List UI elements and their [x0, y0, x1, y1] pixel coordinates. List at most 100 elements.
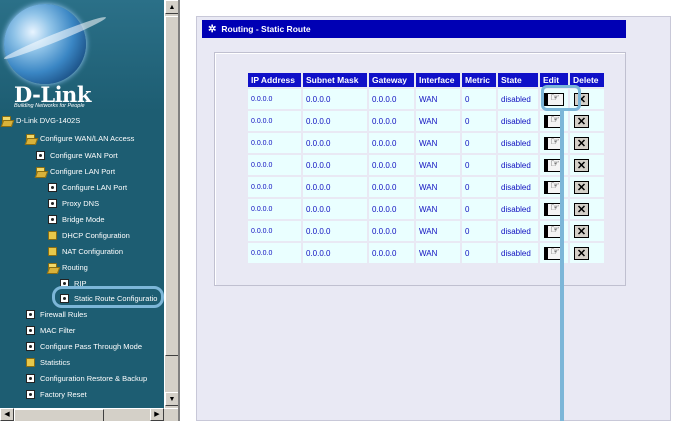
tree-item-device[interactable]: D-Link DVG-1402S [2, 114, 80, 127]
cell-state: disabled [498, 221, 538, 241]
cell-gateway: 0.0.0.0 [369, 89, 414, 109]
cell-gateway: 0.0.0.0 [369, 155, 414, 175]
cell-ip-address: 0.0.0.0 [248, 111, 301, 131]
nav-horizontal-scrollbar[interactable]: ◀ ▶ [0, 408, 178, 421]
tree-item-factory-reset[interactable]: Factory Reset [26, 388, 87, 401]
tree-item-label: DHCP Configuration [62, 231, 130, 240]
scroll-left-button[interactable]: ◀ [0, 408, 14, 421]
cell-metric: 0 [462, 155, 496, 175]
tree-item-config-restore-backup[interactable]: Configuration Restore & Backup [26, 372, 147, 385]
cell-gateway: 0.0.0.0 [369, 177, 414, 197]
tree-item-label: D-Link DVG-1402S [16, 116, 81, 125]
cell-gateway: 0.0.0.0 [369, 111, 414, 131]
scroll-up-button[interactable]: ▲ [165, 0, 179, 14]
tree-item-statistics[interactable]: Statistics [26, 356, 70, 369]
cell-interface: WAN [416, 221, 460, 241]
column-header-interface: Interface [416, 73, 460, 87]
cell-interface: WAN [416, 199, 460, 219]
tree-item-configure-lan-port-folder[interactable]: Configure LAN Port [36, 165, 115, 178]
column-header-ip-address: IP Address [248, 73, 301, 87]
tree-item-label: Routing [62, 263, 88, 272]
page-icon [26, 374, 35, 383]
delete-x-icon[interactable]: ✕ [574, 246, 589, 260]
cell-metric: 0 [462, 111, 496, 131]
cell-ip-address: 0.0.0.0 [248, 155, 301, 175]
tree-item-label: Statistics [40, 358, 71, 367]
tree-item-label: Firewall Rules [40, 310, 88, 319]
scroll-thumb[interactable] [165, 16, 179, 356]
table-row: 0.0.0.00.0.0.00.0.0.0WAN0disabled✕ [248, 199, 604, 219]
cell-state: disabled [498, 177, 538, 197]
scroll-right-button[interactable]: ▶ [150, 408, 164, 421]
page-icon [48, 183, 57, 192]
scroll-down-button[interactable]: ▼ [165, 392, 179, 406]
cell-metric: 0 [462, 221, 496, 241]
callout-line [560, 111, 564, 421]
tree-item-bridge-mode[interactable]: Bridge Mode [48, 213, 105, 226]
cell-ip-address: 0.0.0.0 [248, 133, 301, 153]
tree-item-pass-through-mode[interactable]: Configure Pass Through Mode [26, 340, 142, 353]
cell-delete: ✕ [570, 155, 604, 175]
tree-item-configure-wan-lan[interactable]: Configure WAN/LAN Access [26, 132, 134, 145]
cell-metric: 0 [462, 199, 496, 219]
cell-delete: ✕ [570, 199, 604, 219]
tree-item-firewall-rules[interactable]: Firewall Rules [26, 308, 87, 321]
cell-state: disabled [498, 199, 538, 219]
cell-interface: WAN [416, 243, 460, 263]
navigation-pane: D-Link Building Networks for People D-Li… [0, 0, 164, 408]
cell-subnet-mask: 0.0.0.0 [303, 155, 367, 175]
cell-subnet-mask: 0.0.0.0 [303, 111, 367, 131]
tree-item-routing[interactable]: Routing [48, 261, 88, 274]
cell-metric: 0 [462, 133, 496, 153]
cell-state: disabled [498, 89, 538, 109]
cell-ip-address: 0.0.0.0 [248, 177, 301, 197]
cell-metric: 0 [462, 243, 496, 263]
app-window: D-Link Building Networks for People D-Li… [0, 0, 689, 421]
tree-item-label: Proxy DNS [62, 199, 100, 208]
page-icon [36, 151, 45, 160]
cell-subnet-mask: 0.0.0.0 [303, 243, 367, 263]
cell-metric: 0 [462, 89, 496, 109]
delete-x-icon[interactable]: ✕ [574, 202, 589, 216]
table-row: 0.0.0.00.0.0.00.0.0.0WAN0disabled✕ [248, 243, 604, 263]
highlight-annotation [52, 286, 164, 308]
folder-icon [48, 247, 57, 256]
delete-x-icon[interactable]: ✕ [574, 224, 589, 238]
table-row: 0.0.0.00.0.0.00.0.0.0WAN0disabled✕ [248, 111, 604, 131]
column-header-metric: Metric [462, 73, 496, 87]
page-icon [48, 215, 57, 224]
tree-item-label: Bridge Mode [62, 215, 105, 224]
delete-x-icon[interactable]: ✕ [574, 114, 589, 128]
delete-x-icon[interactable]: ✕ [574, 180, 589, 194]
tree-item-mac-filter[interactable]: MAC Filter [26, 324, 75, 337]
column-header-subnet-mask: Subnet Mask [303, 73, 367, 87]
delete-x-icon[interactable]: ✕ [574, 136, 589, 150]
scroll-thumb-horizontal[interactable] [14, 409, 104, 421]
panel-title-bar: ✲ Routing - Static Route [202, 20, 626, 38]
nav-vertical-scrollbar[interactable]: ▲ ▼ [164, 0, 179, 408]
panel-title: Routing - Static Route [221, 24, 311, 34]
table-row: 0.0.0.00.0.0.00.0.0.0WAN0disabled✕ [248, 155, 604, 175]
cell-interface: WAN [416, 133, 460, 153]
folder-icon [26, 358, 35, 367]
tree-item-label: Configure LAN Port [50, 167, 116, 176]
tree-item-proxy-dns[interactable]: Proxy DNS [48, 197, 99, 210]
tree-item-configure-lan-port[interactable]: Configure LAN Port [48, 181, 127, 194]
cell-gateway: 0.0.0.0 [369, 221, 414, 241]
column-header-gateway: Gateway [369, 73, 414, 87]
tree-item-nat-configuration[interactable]: NAT Configuration [48, 245, 123, 258]
cell-delete: ✕ [570, 133, 604, 153]
cell-delete: ✕ [570, 243, 604, 263]
cell-subnet-mask: 0.0.0.0 [303, 199, 367, 219]
cell-gateway: 0.0.0.0 [369, 199, 414, 219]
tree-item-configure-wan-port[interactable]: Configure WAN Port [36, 149, 118, 162]
cell-delete: ✕ [570, 221, 604, 241]
table-row: 0.0.0.00.0.0.00.0.0.0WAN0disabled✕ [248, 221, 604, 241]
logo-area: D-Link Building Networks for People [0, 0, 164, 112]
tree-item-dhcp-configuration[interactable]: DHCP Configuration [48, 229, 130, 242]
cell-interface: WAN [416, 155, 460, 175]
folder-icon [48, 231, 57, 240]
delete-x-icon[interactable]: ✕ [574, 158, 589, 172]
edit-highlight-annotation [541, 85, 581, 111]
cell-state: disabled [498, 243, 538, 263]
